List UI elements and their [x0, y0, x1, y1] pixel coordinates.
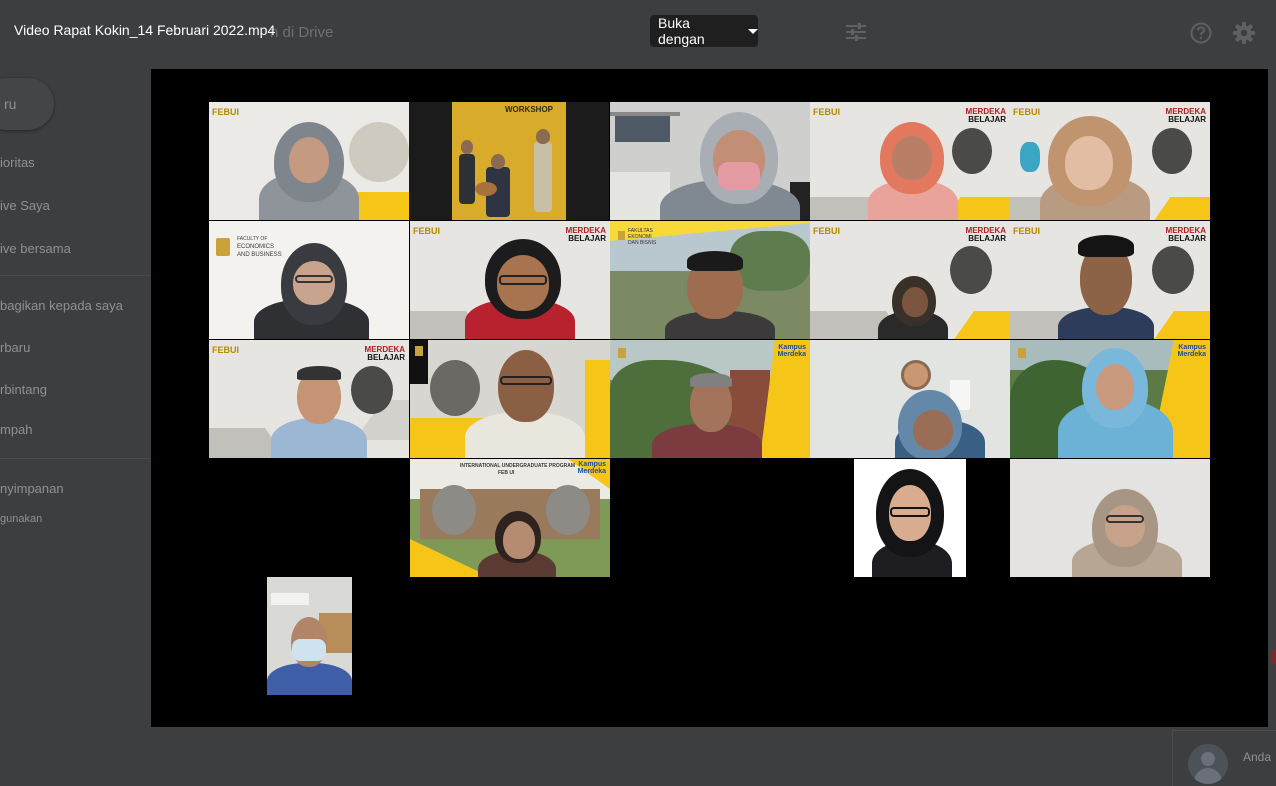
sidebar-item-trash[interactable]: mpah [0, 422, 33, 437]
background-indicator [1271, 650, 1276, 664]
sidebar-item-my-drive[interactable]: ive Saya [0, 198, 50, 213]
caret-down-icon [748, 29, 758, 34]
workshop-banner: WORKSHOP [505, 105, 553, 114]
febui-logo: FEBUI [813, 107, 840, 117]
participant-tile: FEBUI [209, 102, 409, 220]
participant-tile: INTERNATIONAL UNDERGRADUATE PROGRAM FEB … [410, 459, 610, 577]
viewer-toolbar: n di Drive Video Rapat Kokin_14 Februari… [0, 0, 1276, 64]
febui-logo: FEBUI [813, 226, 840, 236]
participant-tile: Kampus Merdeka [610, 340, 810, 458]
avatar[interactable] [1188, 744, 1228, 784]
sidebar-item-shared-with-me[interactable]: bagikan kepada saya [0, 298, 123, 313]
participant-tile: FAKULTAS EKONOMI DAN BISNIS [610, 221, 810, 339]
sidebar-item-storage[interactable]: nyimpanan [0, 481, 64, 496]
participant-tile [810, 340, 1010, 458]
febui-logo: FEBUI [1013, 226, 1040, 236]
ieb-logo-line3: AND BUSINESS [237, 252, 282, 258]
open-with-button[interactable]: Buka dengan [650, 15, 758, 47]
participant-tile [267, 577, 352, 695]
ieb-logo-line1: FACULTY OF [237, 236, 268, 242]
participant-tile: Kampus Merdeka [1010, 340, 1210, 458]
participant-tile [410, 340, 610, 458]
tune-icon[interactable] [845, 22, 867, 42]
iup-banner-line2: FEB UI [498, 470, 515, 476]
participant-tile: FEBUI MERDEKA BELAJAR [1010, 102, 1210, 220]
febui-logo: FEBUI [212, 345, 239, 355]
feb-logo-line3: DAN BISNIS [628, 240, 657, 246]
participant-tile: FEBUI MERDEKA BELAJAR [810, 221, 1010, 339]
new-button-label: ru [4, 96, 17, 112]
open-with-label: Buka dengan [658, 15, 705, 47]
sidebar-divider [0, 275, 150, 276]
account-name: Anda [1243, 750, 1272, 764]
sidebar-item-starred[interactable]: rbintang [0, 382, 47, 397]
sidebar-item-priority[interactable]: ioritas [0, 155, 35, 170]
settings-icon[interactable] [1233, 22, 1255, 44]
participant-tile [610, 102, 810, 220]
participant-tile: FEBUI MERDEKA BELAJAR [410, 221, 610, 339]
sidebar-divider [0, 458, 150, 459]
iup-banner-line1: INTERNATIONAL UNDERGRADUATE PROGRAM [460, 463, 575, 469]
febui-logo: FEBUI [413, 226, 440, 236]
sidebar-item-shared-drives[interactable]: ive bersama [0, 241, 71, 256]
febui-logo: FEBUI [1013, 107, 1040, 117]
storage-used-text: gunakan [0, 513, 43, 525]
febui-logo: FEBUI [212, 107, 239, 117]
participant-tile: FACULTY OF ECONOMICS AND BUSINESS [209, 221, 409, 339]
participant-tile: FEBUI MERDEKA BELAJAR [209, 340, 409, 458]
background-title: n di Drive [270, 24, 334, 41]
participant-tile [1010, 459, 1210, 577]
video-player[interactable]: FEBUI WORKSHOP FEBUI MERDEKA BELAJAR FEB… [151, 69, 1268, 727]
ieb-logo-line2: ECONOMICS [237, 244, 275, 250]
file-title: Video Rapat Kokin_14 Februari 2022.mp4 [14, 22, 276, 38]
participant-tile: FEBUI MERDEKA BELAJAR [810, 102, 1010, 220]
participant-tile: WORKSHOP [409, 102, 609, 220]
participant-tile: FEBUI MERDEKA BELAJAR [1010, 221, 1210, 339]
participant-tile [854, 459, 966, 577]
sidebar-item-recent[interactable]: rbaru [0, 340, 30, 355]
help-icon[interactable] [1190, 22, 1212, 44]
